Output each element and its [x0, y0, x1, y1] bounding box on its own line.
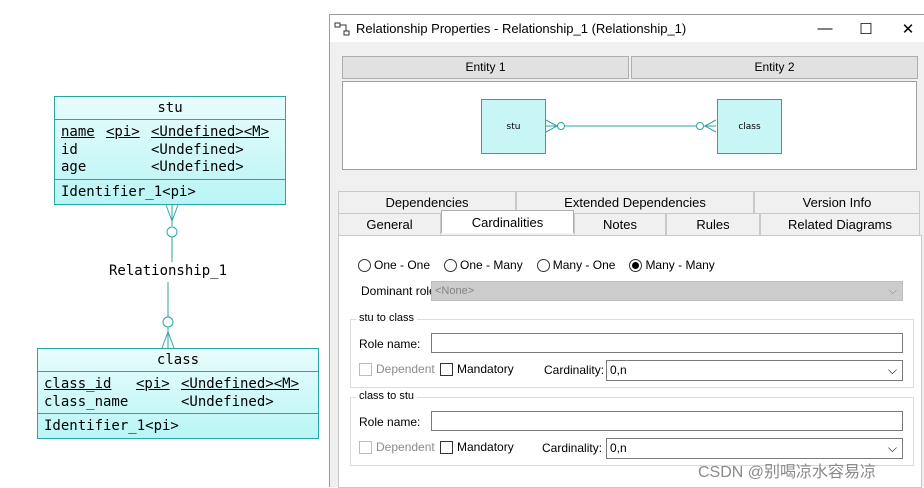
radio-one-many[interactable]: One - Many — [444, 258, 523, 272]
cardinality-value: 0,n — [610, 441, 627, 455]
checkbox-icon — [440, 440, 453, 454]
dependent-checkbox: Dependent — [359, 362, 435, 376]
entity-class-name: class — [38, 349, 318, 372]
radio-button-icon — [358, 258, 371, 272]
chevron-down-icon: ⌵ — [887, 441, 897, 455]
entity-class[interactable]: class class_id <pi> <Undefined> <M> clas… — [37, 348, 319, 439]
dependent-checkbox: Dependent — [359, 440, 435, 454]
attribute-type: <Undefined> — [181, 376, 274, 392]
dominant-role-value: <None> — [435, 285, 475, 297]
cardinality-select[interactable]: 0,n ⌵ — [606, 360, 903, 381]
minimize-icon[interactable]: — — [802, 15, 848, 42]
attribute-type: <Undefined> — [151, 141, 244, 158]
attribute-type: <Undefined> — [181, 393, 274, 410]
group-title: class to stu — [356, 390, 418, 402]
radio-button-checked-icon — [629, 258, 643, 272]
tab-cardinalities[interactable]: Cardinalities — [441, 210, 574, 233]
attribute-mandatory: <M> — [273, 376, 300, 392]
attribute-pi: <pi> — [136, 376, 170, 392]
relationship-preview: stu class — [342, 81, 917, 170]
tab-notes[interactable]: Notes — [574, 213, 666, 235]
mandatory-checkbox[interactable]: Mandatory — [440, 440, 514, 454]
attribute-name: age — [61, 159, 87, 175]
radio-label: One - Many — [460, 258, 523, 272]
tab-rules[interactable]: Rules — [666, 213, 760, 235]
cardinalities-panel: One - One One - Many Many - One Many - M… — [338, 235, 922, 488]
tabs-row-1: Dependencies Extended Dependencies Versi… — [338, 191, 922, 213]
checkbox-icon — [359, 440, 372, 454]
attribute-row: id <Undefined> — [61, 142, 279, 160]
checkbox-icon — [440, 362, 453, 376]
chevron-down-icon: ⌵ — [887, 363, 897, 377]
entity-class-attributes: class_id <pi> <Undefined> <M> class_name… — [38, 372, 318, 414]
checkbox-label: Mandatory — [457, 440, 514, 454]
relationship-label[interactable]: Relationship_1 — [108, 263, 229, 279]
attribute-row: name <pi> <Undefined> <M> — [61, 124, 279, 142]
entity-2-button[interactable]: Entity 2 — [631, 56, 918, 79]
entity-stu-attributes: name <pi> <Undefined> <M> id <Undefined>… — [55, 120, 285, 180]
radio-button-icon — [444, 258, 458, 272]
chevron-down-icon: ⌵ — [888, 285, 897, 297]
tabs-row-2: General Cardinalities Notes Rules Relate… — [338, 210, 922, 235]
radio-button-icon — [536, 258, 550, 272]
preview-entity-class: class — [717, 99, 782, 154]
maximize-icon[interactable]: ☐ — [843, 15, 889, 42]
radio-many-many[interactable]: Many - Many — [629, 258, 715, 272]
group-class-to-stu: class to stu Role name: Dependent Mandat… — [350, 390, 914, 466]
attribute-type: <Undefined> — [151, 124, 244, 140]
checkbox-label: Mandatory — [457, 362, 514, 376]
close-icon[interactable]: ✕ — [885, 15, 924, 42]
mandatory-checkbox[interactable]: Mandatory — [440, 362, 514, 376]
radio-label: One - One — [374, 258, 431, 272]
radio-many-one[interactable]: Many - One — [536, 258, 616, 272]
dialog-title: Relationship Properties - Relationship_1… — [356, 21, 687, 36]
checkbox-label: Dependent — [376, 440, 435, 454]
preview-connector — [545, 119, 717, 133]
attribute-name: class_name — [44, 393, 129, 410]
role-name-label: Role name: — [359, 337, 421, 351]
entity-stu-identifier: Identifier_1<pi> — [61, 183, 196, 200]
attribute-name: name — [61, 124, 95, 140]
er-diagram-canvas[interactable]: stu name <pi> <Undefined> <M> id <Undefi… — [0, 0, 330, 487]
title-bar[interactable]: Relationship Properties - Relationship_1… — [330, 15, 924, 42]
entity-stu-name: stu — [55, 97, 285, 120]
relationship-properties-dialog: Relationship Properties - Relationship_1… — [329, 14, 924, 488]
group-stu-to-class: stu to class Role name: Dependent Mandat… — [350, 312, 914, 388]
entity-stu[interactable]: stu name <pi> <Undefined> <M> id <Undefi… — [54, 96, 286, 205]
radio-one-one[interactable]: One - One — [358, 258, 430, 272]
entity-class-identifier: Identifier_1<pi> — [44, 418, 179, 434]
role-name-label: Role name: — [359, 415, 421, 429]
attribute-row: class_id <pi> <Undefined> <M> — [44, 376, 312, 394]
tab-general[interactable]: General — [338, 213, 441, 235]
cardinality-select[interactable]: 0,n ⌵ — [606, 438, 903, 459]
preview-entity-stu: stu — [481, 99, 546, 154]
cardinality-value: 0,n — [610, 363, 627, 377]
radio-label: Many - Many — [645, 258, 715, 272]
attribute-type: <Undefined> — [151, 159, 244, 175]
attribute-row: class_name <Undefined> — [44, 394, 312, 412]
checkbox-icon — [359, 362, 372, 376]
dominant-role-label: Dominant role: — [361, 284, 440, 298]
cardinality-radio-group: One - One One - Many Many - One Many - M… — [358, 258, 729, 272]
attribute-mandatory: <M> — [243, 124, 270, 140]
attribute-name: id — [61, 141, 78, 158]
tab-related-diagrams[interactable]: Related Diagrams — [760, 213, 920, 235]
cardinality-label: Cardinality: — [544, 363, 605, 377]
tab-version-info[interactable]: Version Info — [754, 191, 920, 213]
group-title: stu to class — [356, 312, 418, 324]
entity-1-button[interactable]: Entity 1 — [342, 56, 629, 79]
cardinality-label: Cardinality: — [542, 441, 603, 455]
relationship-app-icon — [334, 21, 350, 37]
watermark: CSDN @别喝凉水容易凉 — [698, 464, 877, 481]
role-name-input[interactable] — [431, 411, 903, 431]
attribute-pi: <pi> — [106, 124, 140, 140]
attribute-row: age <Undefined> — [61, 159, 279, 177]
checkbox-label: Dependent — [376, 362, 435, 376]
attribute-name: class_id — [44, 376, 112, 392]
role-name-input[interactable] — [431, 333, 903, 353]
dominant-role-select[interactable]: <None> ⌵ — [431, 281, 903, 301]
radio-label: Many - One — [552, 258, 616, 272]
entity-buttons: Entity 1 Entity 2 — [342, 56, 919, 79]
